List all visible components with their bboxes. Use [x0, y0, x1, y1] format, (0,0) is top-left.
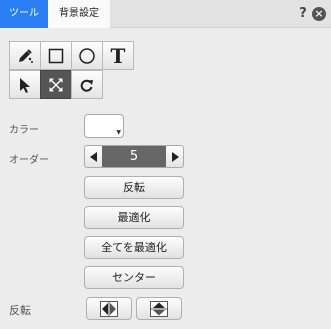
triangle-left-icon — [89, 151, 97, 162]
decrement-button[interactable] — [85, 146, 102, 167]
tab-bar: ツール 背景設定 ? × — [0, 0, 331, 28]
expand-arrows-icon — [49, 78, 63, 91]
tab-background-settings[interactable]: 背景設定 — [48, 0, 110, 28]
transform-tool-button[interactable] — [40, 70, 72, 99]
order-stepper[interactable]: 5 — [84, 145, 184, 168]
flip-horizontal-icon — [100, 300, 118, 317]
tool-panel: ツール 背景設定 ? × T カラー ▼ オーダー 5 反転 最適化 全てを最適… — [0, 0, 331, 329]
arrow-pointer-icon — [20, 77, 30, 93]
flip-vertical-button[interactable] — [136, 297, 182, 320]
text-icon: T — [110, 43, 126, 68]
optimize-button[interactable]: 最適化 — [84, 206, 184, 229]
color-label: カラー — [9, 125, 39, 136]
help-icon[interactable]: ? — [296, 6, 310, 22]
rotate-icon — [80, 79, 93, 92]
color-picker[interactable]: ▼ — [84, 114, 124, 138]
flip-vertical-icon — [150, 300, 168, 317]
rectangle-tool-button[interactable] — [40, 41, 72, 70]
optimize-all-button[interactable]: 全てを最適化 — [84, 236, 184, 259]
flip-horizontal-button[interactable] — [86, 297, 132, 320]
center-button[interactable]: センター — [84, 266, 184, 289]
order-label: オーダー — [9, 155, 49, 166]
ellipse-tool-button[interactable] — [71, 41, 103, 70]
triangle-right-icon — [171, 151, 179, 162]
ellipse-icon — [79, 47, 95, 64]
pen-icon — [19, 48, 33, 63]
pen-tool-button[interactable] — [9, 41, 41, 70]
select-tool-button[interactable] — [9, 70, 41, 99]
text-tool-button[interactable]: T — [102, 41, 134, 70]
close-icon[interactable]: × — [312, 7, 326, 21]
tool-grid: T — [9, 41, 137, 99]
caret-down-icon: ▼ — [116, 129, 121, 136]
rectangle-icon — [48, 48, 64, 63]
order-value[interactable]: 5 — [102, 146, 166, 167]
flip-label: 反転 — [9, 304, 31, 317]
rotate-tool-button[interactable] — [71, 70, 103, 99]
increment-button[interactable] — [166, 146, 183, 167]
flip-button[interactable]: 反転 — [84, 176, 184, 199]
tab-tools[interactable]: ツール — [0, 0, 48, 28]
